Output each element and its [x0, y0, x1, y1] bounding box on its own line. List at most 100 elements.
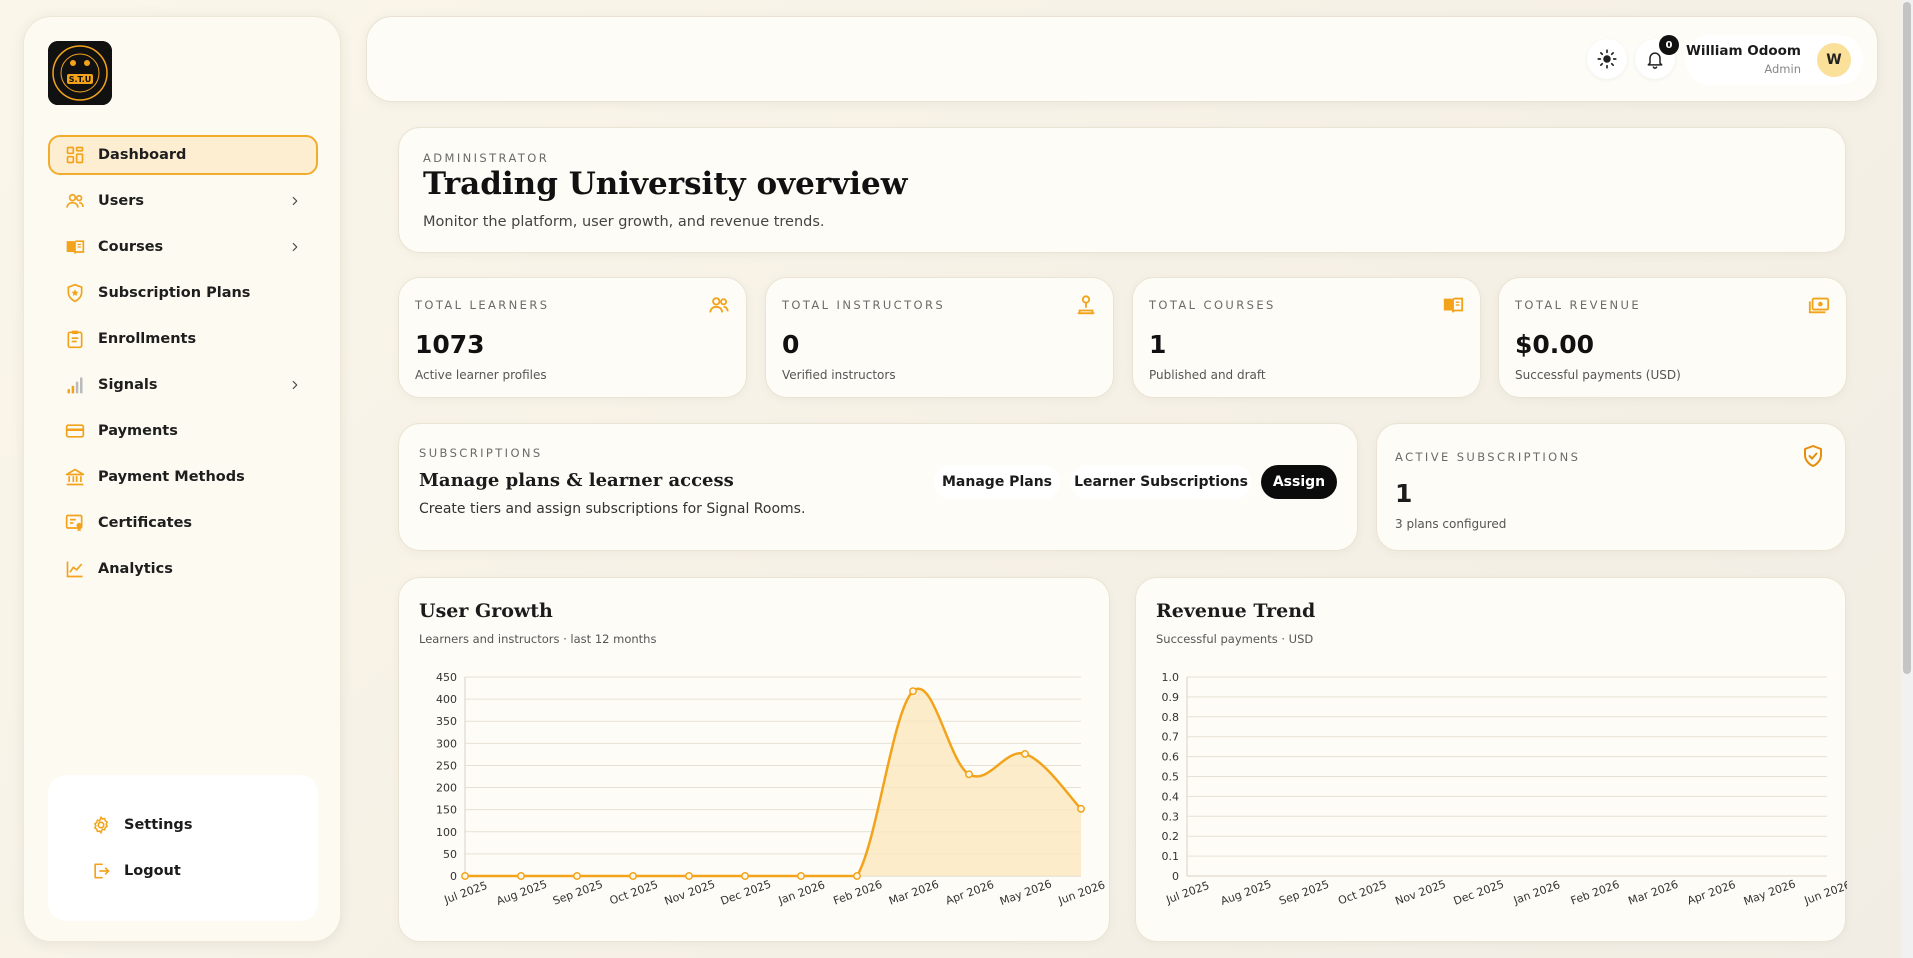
logo-icon: S.T.U [48, 41, 112, 105]
data-point[interactable] [965, 770, 973, 779]
y-tick-label: 0.1 [1162, 850, 1180, 863]
user-role: Admin [1764, 62, 1801, 76]
sidebar-item-courses[interactable]: Courses [48, 227, 318, 267]
users-icon [66, 193, 84, 208]
sidebar-item-label: Signals [98, 377, 158, 393]
book-icon [1443, 297, 1464, 313]
y-tick-label: 100 [436, 826, 457, 839]
chevron-right-icon-wrap [288, 193, 302, 212]
stat-icon-wrap [1808, 294, 1830, 320]
y-tick-label: 0.9 [1162, 691, 1180, 704]
signal-bars-icon-wrap [64, 374, 86, 396]
users-icon-wrap [64, 190, 86, 212]
hero-eyebrow: ADMINISTRATOR [423, 151, 550, 165]
stat-label: TOTAL COURSES [1149, 298, 1276, 312]
series-area [465, 688, 1081, 876]
active-subs-value: 1 [1395, 479, 1413, 508]
y-tick-label: 0 [1172, 870, 1179, 883]
sidebar-item-dashboard[interactable]: Dashboard [48, 135, 318, 175]
x-tick-label: May 2026 [1742, 877, 1797, 908]
sidebar-item-certificates[interactable]: Certificates [48, 503, 318, 543]
book-icon-wrap [64, 236, 86, 258]
data-point[interactable] [461, 872, 469, 880]
data-point[interactable] [853, 872, 861, 880]
gear-icon [94, 816, 108, 834]
manage-plans-button[interactable]: Manage Plans [934, 465, 1060, 499]
brand-logo[interactable]: S.T.U [48, 41, 112, 105]
data-point[interactable] [517, 872, 525, 880]
x-tick-label: Nov 2025 [1393, 878, 1447, 908]
logout-button[interactable]: Logout [48, 848, 318, 894]
settings-button[interactable]: Settings [48, 802, 318, 848]
sidebar-item-label: Enrollments [98, 331, 197, 347]
chart-line-icon-wrap [64, 558, 86, 580]
learner-subscriptions-button[interactable]: Learner Subscriptions [1071, 465, 1251, 499]
gear-icon-wrap [90, 814, 112, 836]
y-tick-label: 0.5 [1162, 771, 1180, 784]
avatar[interactable]: W [1817, 43, 1851, 77]
y-tick-label: 150 [436, 804, 457, 817]
sidebar-item-payments[interactable]: Payments [48, 411, 318, 451]
subscriptions-subtitle: Create tiers and assign subscriptions fo… [419, 501, 806, 517]
page-scrollbar[interactable] [1901, 0, 1913, 958]
y-tick-label: 400 [436, 693, 457, 706]
stat-value: 1073 [415, 330, 485, 359]
x-tick-label: Dec 2025 [1452, 878, 1506, 908]
data-point[interactable] [1021, 749, 1029, 758]
x-tick-label: Mar 2026 [1626, 878, 1680, 908]
data-point[interactable] [909, 687, 917, 696]
user-growth-chart: 0 50 100 150 200 250 300 350 400 450 Jul 2025 Aug 2… [436, 671, 1107, 908]
notification-count-badge: 0 [1659, 35, 1679, 55]
y-tick-label: 0 [450, 870, 457, 883]
chevron-right-icon [292, 242, 298, 252]
book-icon [66, 240, 85, 254]
stat-card-total-revenue: TOTAL REVENUE $0.00 Successful payments (U… [1498, 277, 1847, 398]
sidebar-item-analytics[interactable]: Analytics [48, 549, 318, 589]
logout-icon [94, 863, 110, 879]
y-tick-label: 0.2 [1162, 830, 1180, 843]
x-tick-label: Jan 2026 [776, 878, 827, 907]
stat-label: TOTAL INSTRUCTORS [782, 298, 946, 312]
sidebar-item-label: Payments [98, 423, 178, 439]
stat-sub: Published and draft [1149, 368, 1266, 382]
assign-button[interactable]: Assign [1261, 465, 1337, 499]
data-point[interactable] [573, 872, 581, 880]
active-subscriptions-card: ACTIVE SUBSCRIPTIONS 1 3 plans configure… [1376, 423, 1846, 551]
user-growth-card: User Growth Learners and instructors · l… [398, 577, 1110, 942]
sidebar-item-enrollments[interactable]: Enrollments [48, 319, 318, 359]
shield-check-icon [1804, 445, 1822, 467]
users-icon [709, 297, 729, 313]
data-point[interactable] [1077, 804, 1085, 813]
data-point[interactable] [741, 872, 749, 880]
theme-toggle-button[interactable] [1587, 39, 1627, 79]
x-tick-label: Aug 2025 [1219, 878, 1273, 908]
signal-bars-icon [67, 377, 83, 394]
sidebar-item-signals[interactable]: Signals [48, 365, 318, 405]
y-tick-label: 50 [443, 848, 457, 861]
x-tick-label: Jun 2026 [1056, 878, 1107, 907]
bank-icon-wrap [64, 466, 86, 488]
sidebar-bottom-menu: Settings Logout [48, 775, 318, 921]
credit-card-icon-wrap [64, 420, 86, 442]
stat-card-total-instructors: TOTAL INSTRUCTORS 0 Verified instructors [765, 277, 1114, 398]
x-tick-label: Sep 2025 [551, 878, 605, 908]
data-point[interactable] [629, 872, 637, 880]
y-tick-label: 300 [436, 737, 457, 750]
sidebar-item-subscription-plans[interactable]: Subscription Plans [48, 273, 318, 313]
revenue-trend-chart: 0 0.1 0.2 0.3 0.4 0.5 0.6 0.7 0.8 0.9 1.0 Jul 2025 A… [1162, 671, 1848, 908]
credit-card-icon [65, 424, 85, 438]
overview-hero-card: ADMINISTRATOR Trading University overvie… [398, 127, 1846, 253]
y-tick-label: 200 [436, 782, 457, 795]
active-subs-sub: 3 plans configured [1395, 517, 1507, 531]
logout-label: Logout [124, 863, 181, 879]
notifications-button[interactable]: 0 [1635, 35, 1679, 79]
y-tick-label: 0.7 [1162, 731, 1180, 744]
data-point[interactable] [797, 872, 805, 880]
sidebar-item-label: Analytics [98, 561, 173, 577]
user-menu[interactable]: William Odoom Admin W [1685, 35, 1863, 85]
x-tick-label: Apr 2026 [944, 878, 996, 907]
data-point[interactable] [685, 872, 693, 880]
scrollbar-thumb[interactable] [1903, 2, 1911, 674]
sidebar-item-payment-methods[interactable]: Payment Methods [48, 457, 318, 497]
sidebar-item-users[interactable]: Users [48, 181, 318, 221]
